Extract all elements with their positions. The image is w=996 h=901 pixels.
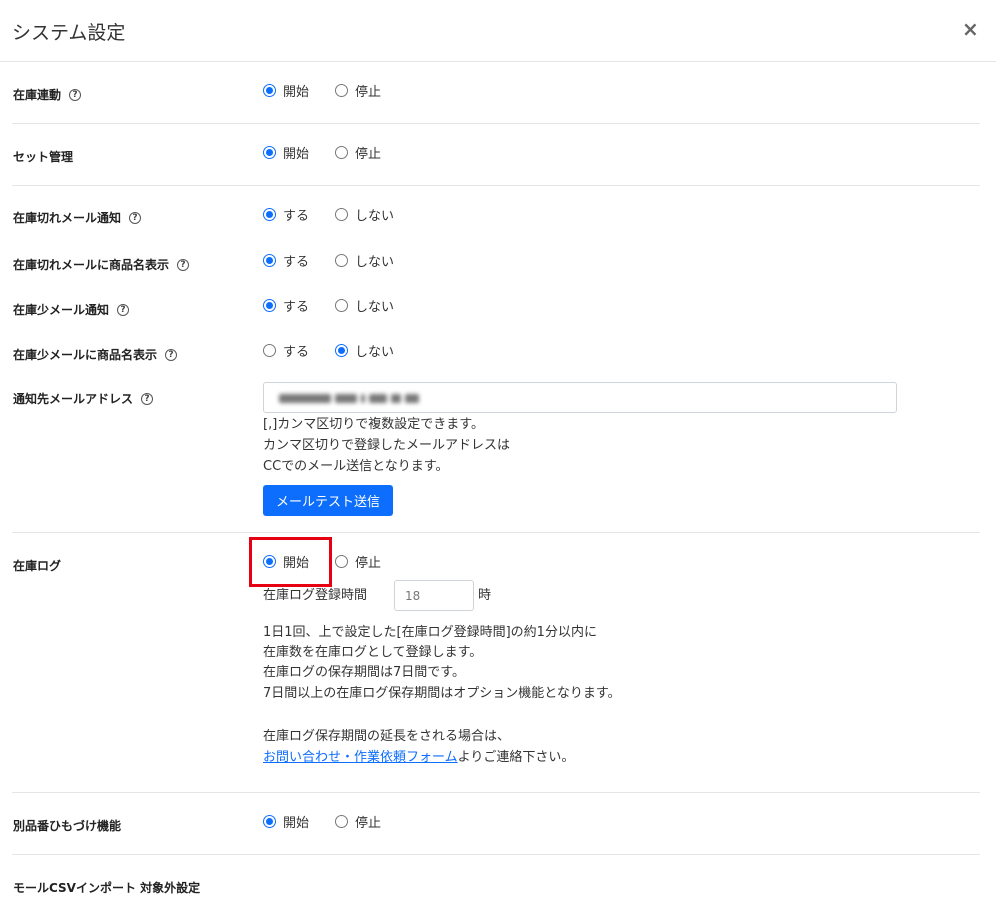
radio-button[interactable] [335, 344, 349, 357]
mall-csv-import-label: モールCSVインポート 対象外設定 [13, 881, 201, 895]
help-icon[interactable]: ? [117, 303, 130, 316]
radio-button[interactable] [335, 254, 349, 267]
help-icon[interactable]: ? [165, 348, 178, 361]
radio-button[interactable] [335, 299, 349, 312]
divider [12, 185, 980, 186]
inventory-log-note-1: 1日1回、上で設定した[在庫ログ登録時間]の約1分以内に [263, 625, 597, 640]
notify-email-note-3: CCでのメール送信となります。 [263, 459, 449, 474]
low-stock-mail-yes-option[interactable]: する [263, 296, 309, 315]
set-management-stop-option[interactable]: 停止 [335, 143, 381, 162]
radio-button[interactable] [335, 208, 349, 221]
help-icon[interactable]: ? [69, 88, 82, 101]
help-icon[interactable]: ? [141, 392, 154, 405]
out-of-stock-mail-yes-option[interactable]: する [263, 205, 309, 224]
low-stock-mail-radios: する しない [263, 296, 420, 315]
close-icon[interactable]: × [962, 19, 979, 39]
inventory-log-note-4: 7日間以上の在庫ログ保存期間はオプション機能となります。 [263, 686, 621, 701]
alt-product-link-start-option[interactable]: 開始 [263, 812, 309, 831]
set-management-start-option[interactable]: 開始 [263, 143, 309, 162]
out-of-stock-product-name-label: 在庫切れメールに商品名表示 ? [13, 256, 190, 273]
inventory-log-extend-note: 在庫ログ保存期間の延長をされる場合は、 [263, 729, 511, 744]
low-stock-product-name-label: 在庫少メールに商品名表示 ? [13, 346, 178, 363]
inventory-log-time-label: 在庫ログ登録時間 [263, 588, 368, 603]
help-icon[interactable]: ? [129, 211, 142, 224]
radio-button[interactable] [263, 299, 276, 312]
low-stock-mail-label: 在庫少メール通知 ? [13, 301, 130, 318]
help-icon[interactable]: ? [177, 258, 190, 271]
divider [12, 854, 980, 855]
inventory-log-note-3: 在庫ログの保存期間は7日間です。 [263, 665, 465, 680]
low-stock-product-name-no-option[interactable]: しない [335, 341, 394, 360]
low-stock-product-name-radios: する しない [263, 341, 420, 360]
radio-button[interactable] [263, 146, 276, 159]
radio-button[interactable] [335, 555, 349, 568]
divider [12, 123, 980, 124]
dialog-title: システム設定 [12, 22, 126, 44]
inventory-log-note-2: 在庫数を在庫ログとして登録します。 [263, 645, 483, 660]
radio-button[interactable] [263, 84, 276, 97]
divider [12, 532, 980, 533]
alt-product-link-radios: 開始 停止 [263, 812, 407, 831]
redacted-email-value [279, 392, 439, 405]
red-highlight-box [249, 537, 332, 587]
notify-email-input[interactable] [263, 382, 897, 413]
notify-email-note-2: カンマ区切りで登録したメールアドレスは [263, 438, 511, 453]
alt-product-link-label: 別品番ひもづけ機能 [13, 819, 122, 833]
mail-test-send-button[interactable]: メールテスト送信 [263, 485, 393, 516]
notify-email-note-1: [,]カンマ区切りで複数設定できます。 [263, 417, 484, 432]
inventory-log-time-unit: 時 [478, 588, 492, 603]
inventory-log-label: 在庫ログ [13, 559, 62, 573]
set-management-label: セット管理 [13, 150, 74, 164]
inventory-log-time-input[interactable]: 18 [394, 580, 474, 611]
inventory-sync-radios: 開始 停止 [263, 81, 407, 100]
out-of-stock-product-name-radios: する しない [263, 251, 420, 270]
low-stock-mail-no-option[interactable]: しない [335, 296, 394, 315]
inventory-sync-stop-option[interactable]: 停止 [335, 81, 381, 100]
out-of-stock-product-name-yes-option[interactable]: する [263, 251, 309, 270]
out-of-stock-mail-radios: する しない [263, 205, 420, 224]
radio-button[interactable] [263, 208, 276, 221]
low-stock-product-name-yes-option[interactable]: する [263, 341, 309, 360]
radio-button[interactable] [263, 815, 276, 828]
dialog-header: システム設定 × [0, 0, 996, 62]
divider [12, 792, 980, 793]
out-of-stock-mail-no-option[interactable]: しない [335, 205, 394, 224]
radio-button[interactable] [263, 344, 276, 357]
out-of-stock-mail-label: 在庫切れメール通知 ? [13, 209, 142, 226]
radio-button[interactable] [335, 815, 349, 828]
inventory-log-contact-line: お問い合わせ・作業依頼フォームよりご連絡下さい。 [263, 750, 575, 765]
set-management-radios: 開始 停止 [263, 143, 407, 162]
notify-email-label: 通知先メールアドレス ? [13, 390, 154, 407]
inventory-sync-start-option[interactable]: 開始 [263, 81, 309, 100]
radio-button[interactable] [263, 254, 276, 267]
inventory-sync-label: 在庫連動 ? [13, 86, 82, 103]
contact-form-link[interactable]: お問い合わせ・作業依頼フォーム [263, 750, 458, 765]
radio-button[interactable] [335, 146, 349, 159]
alt-product-link-stop-option[interactable]: 停止 [335, 812, 381, 831]
inventory-log-stop-option[interactable]: 停止 [335, 552, 381, 571]
radio-button[interactable] [335, 84, 349, 97]
out-of-stock-product-name-no-option[interactable]: しない [335, 251, 394, 270]
